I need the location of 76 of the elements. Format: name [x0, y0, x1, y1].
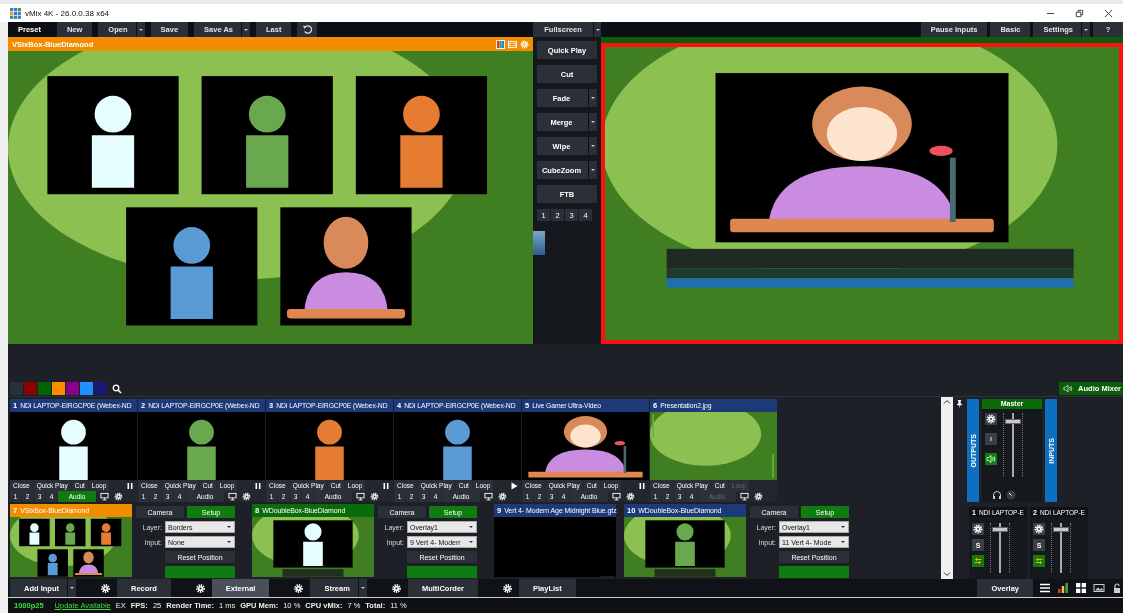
color-filter-button[interactable]: [94, 382, 107, 395]
chevron-down-icon[interactable]: [943, 571, 951, 577]
color-filter-button[interactable]: [66, 382, 79, 395]
color-filter-button[interactable]: [80, 382, 93, 395]
app-logo-icon: [10, 7, 21, 19]
list-icon[interactable]: [1039, 582, 1051, 594]
caret-icon: [840, 539, 846, 545]
settings-icon[interactable]: [1033, 523, 1045, 535]
close-icon[interactable]: [1104, 8, 1113, 18]
monitor-icon[interactable]: [100, 492, 109, 501]
refresh-button[interactable]: [297, 22, 318, 37]
caret-icon: [226, 539, 232, 545]
monitor-icon[interactable]: [612, 492, 621, 501]
caret-icon: [226, 524, 232, 530]
pin-icon[interactable]: [955, 399, 964, 408]
settings-icon[interactable]: [370, 492, 379, 501]
knob-icon[interactable]: [1006, 490, 1016, 500]
caret-icon: [590, 143, 596, 149]
level-bars-icon[interactable]: [1057, 582, 1069, 594]
settings-icon[interactable]: [100, 582, 111, 594]
color-filter-button[interactable]: [24, 382, 37, 395]
t-bar-handle[interactable]: [533, 231, 545, 255]
caret-icon: [594, 26, 601, 33]
caret-icon: [69, 585, 75, 591]
pause-icon[interactable]: [382, 481, 390, 490]
settings-icon[interactable]: [242, 492, 251, 501]
settings-icon[interactable]: [194, 582, 206, 594]
settings-icon[interactable]: [985, 413, 997, 425]
pause-icon[interactable]: [638, 481, 646, 490]
grid-icon[interactable]: [1075, 582, 1087, 594]
image-icon[interactable]: [1093, 582, 1105, 594]
color-filter-button[interactable]: [10, 382, 23, 395]
caret-icon: [137, 26, 144, 33]
settings-icon[interactable]: [972, 523, 984, 535]
restore-icon[interactable]: [1075, 8, 1084, 18]
caret-icon: [243, 26, 249, 33]
monitor-icon[interactable]: [484, 492, 493, 501]
speaker-icon[interactable]: [985, 453, 997, 465]
scrollbar[interactable]: [941, 397, 953, 579]
settings-icon[interactable]: [626, 492, 635, 501]
monitor-icon[interactable]: [356, 492, 365, 501]
swap-arrow-icon[interactable]: [972, 555, 984, 567]
fader-handle[interactable]: [1005, 418, 1021, 424]
chevron-up-icon[interactable]: [943, 399, 951, 405]
caret-icon: [590, 167, 596, 173]
monitor-icon[interactable]: [228, 492, 237, 501]
lock-icon[interactable]: [1111, 582, 1123, 594]
fader-handle[interactable]: [992, 527, 1008, 532]
color-bars-icon[interactable]: [496, 39, 505, 49]
window-title: vMix 4K - 26.0.0.38 x64: [25, 8, 110, 18]
fader-handle[interactable]: [1053, 527, 1069, 532]
headphones-icon[interactable]: [992, 490, 1002, 500]
caret-icon: [468, 524, 474, 530]
settings-icon[interactable]: [502, 582, 513, 594]
settings-icon[interactable]: [754, 492, 763, 501]
search-icon[interactable]: [112, 383, 122, 394]
caret-icon: [359, 585, 366, 591]
refresh-icon: [301, 24, 313, 35]
play-icon[interactable]: [510, 481, 518, 490]
caret-icon: [590, 119, 596, 125]
caret-icon: [590, 95, 596, 101]
pause-icon[interactable]: [126, 481, 134, 490]
pause-icon[interactable]: [254, 481, 262, 490]
color-filter-button[interactable]: [52, 382, 65, 395]
monitor-icon[interactable]: [740, 492, 749, 501]
settings-icon[interactable]: [498, 492, 507, 501]
caret-icon: [468, 539, 474, 545]
dropdown-button[interactable]: [594, 22, 601, 37]
speaker-icon: [1063, 384, 1074, 393]
settings-icon[interactable]: [293, 582, 305, 594]
caret-icon: [840, 524, 846, 530]
swap-arrow-icon[interactable]: [1033, 555, 1045, 567]
color-filter-button[interactable]: [38, 382, 51, 395]
caret-icon: [1083, 26, 1089, 33]
settings-icon[interactable]: [114, 492, 123, 501]
settings-icon[interactable]: [390, 582, 402, 594]
